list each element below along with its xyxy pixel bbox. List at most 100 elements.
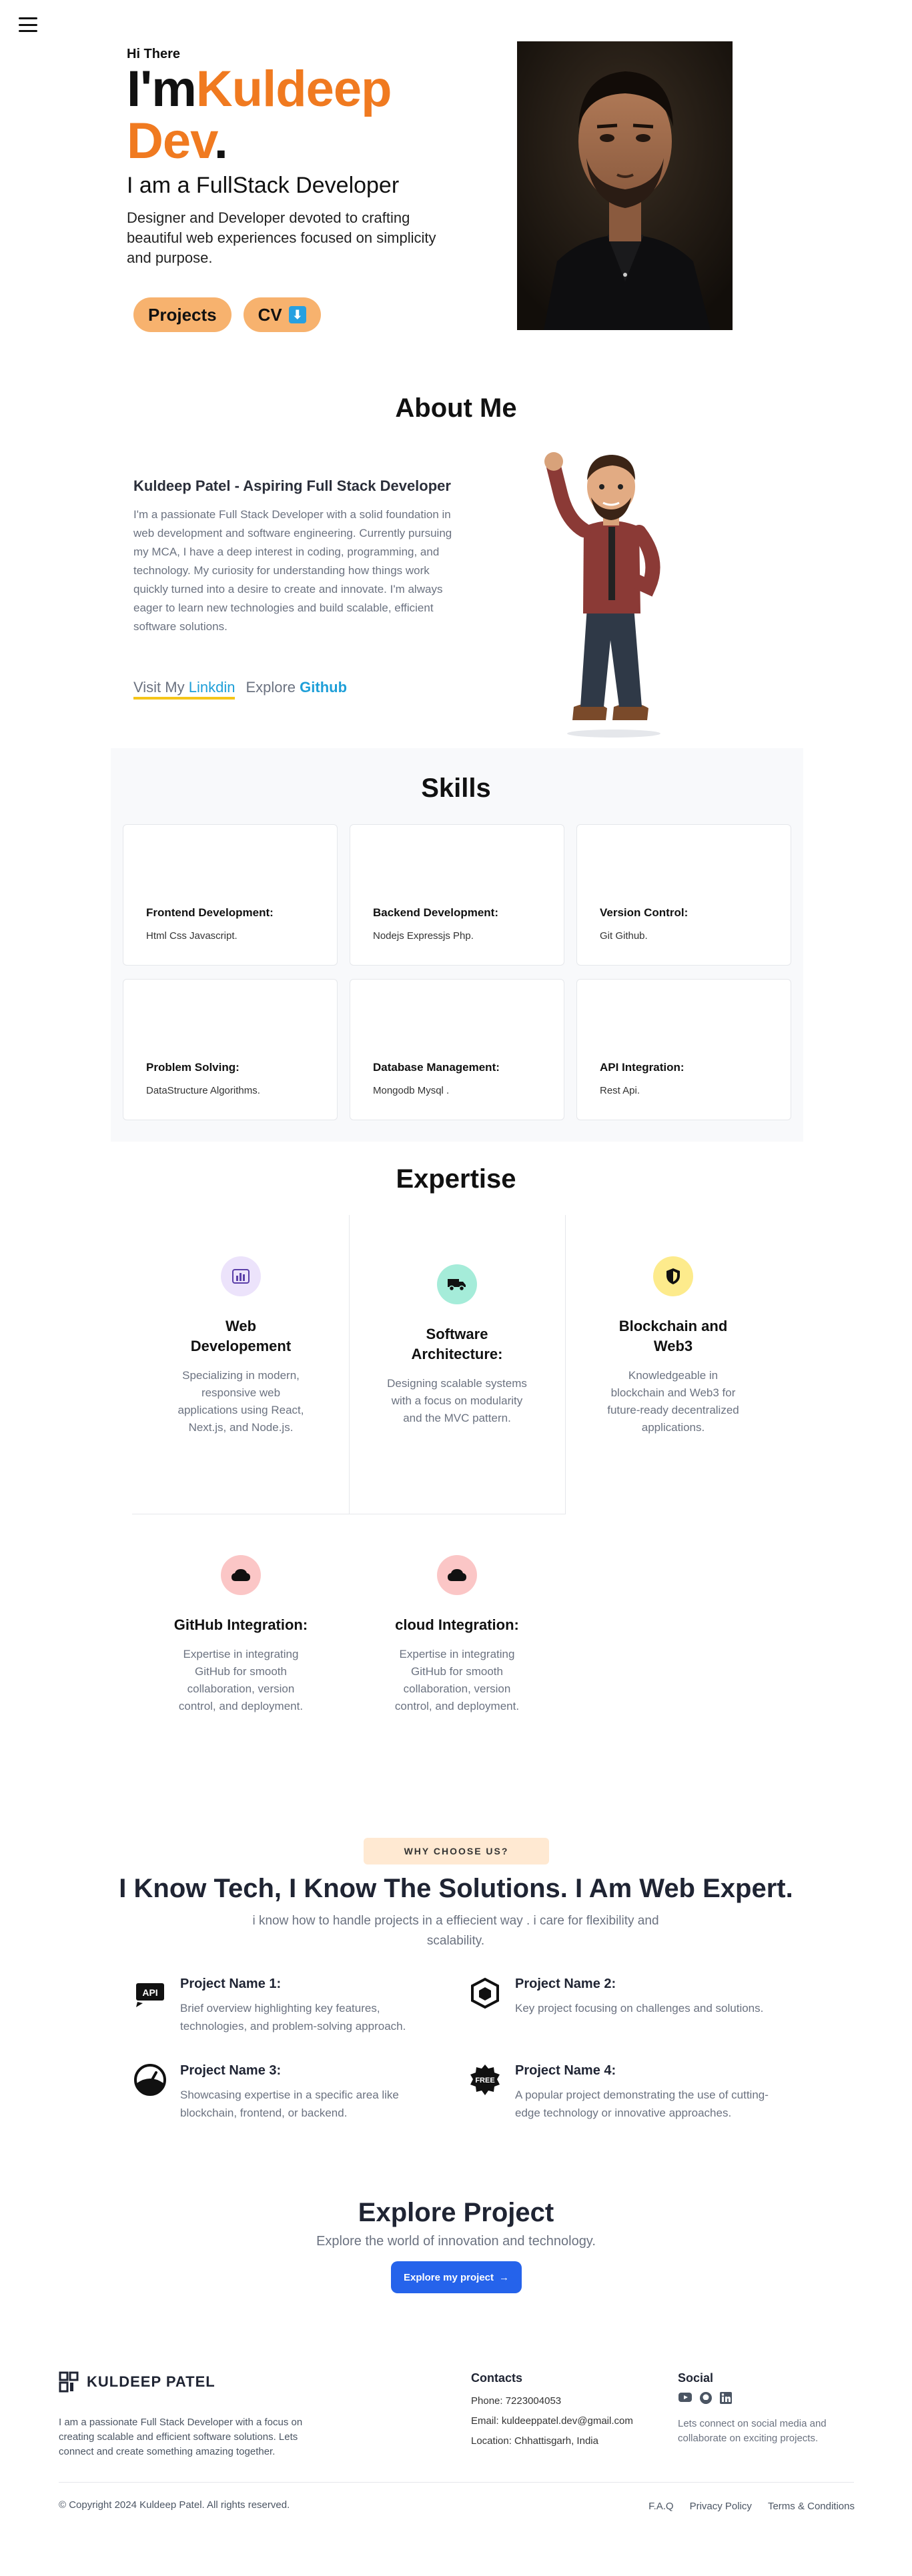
terms-link[interactable]: Terms & Conditions — [768, 2501, 855, 2512]
hero-greeting: Hi There — [127, 47, 181, 61]
logo-icon — [59, 2371, 79, 2393]
project-text: A popular project demonstrating the use … — [515, 2089, 769, 2119]
skill-title: Database Management: — [373, 1061, 500, 1074]
social-icons — [678, 2391, 733, 2408]
project-title: Project Name 3: — [180, 2063, 282, 2078]
hero-name-second: Dev — [127, 113, 215, 169]
skill-title: Backend Development: — [373, 906, 498, 919]
expertise-item-title: Web Developement — [190, 1318, 292, 1354]
explore-title: Explore Project — [358, 2198, 554, 2227]
truck-icon — [437, 1264, 477, 1304]
privacy-policy-link[interactable]: Privacy Policy — [690, 2501, 752, 2512]
skill-title: Frontend Development: — [146, 906, 274, 919]
footer-divider — [59, 2482, 854, 2483]
social-title: Social — [678, 2371, 714, 2385]
linkedin-link-prefix: Visit My — [133, 679, 189, 696]
why-badge: WHY CHOOSE US? — [364, 1838, 549, 1864]
skills-title: Skills — [421, 774, 491, 803]
explore-button-label: Explore my project — [403, 2271, 494, 2283]
cloud-icon — [221, 1555, 261, 1595]
faq-link[interactable]: F.A.Q — [648, 2501, 674, 2512]
github-icon[interactable] — [699, 2391, 713, 2408]
api-icon: API — [133, 1977, 167, 2010]
svg-text:FREE: FREE — [475, 2077, 494, 2085]
expertise-item-title: cloud Integration: — [395, 1616, 519, 1633]
footer-links: F.A.Q Privacy Policy Terms & Conditions — [648, 2501, 855, 2512]
about-body: I'm a passionate Full Stack Developer wi… — [133, 508, 452, 633]
projects-button-label: Projects — [148, 304, 217, 325]
about-heading: Kuldeep Patel - Aspiring Full Stack Deve… — [133, 477, 451, 494]
expertise-item: cloud Integration: Expertise in integrat… — [348, 1555, 566, 1715]
skill-card: Backend Development: Nodejs Expressjs Ph… — [350, 824, 564, 966]
explore-subtitle: Explore the world of innovation and tech… — [316, 2234, 596, 2249]
social-text: Lets connect on social media and collabo… — [678, 2418, 827, 2444]
skill-card: Problem Solving: DataStructure Algorithm… — [123, 979, 338, 1120]
expertise-item: Blockchain and Web3 Knowledgeable in blo… — [564, 1256, 782, 1436]
footer-logo[interactable]: KULDEEP PATEL — [59, 2371, 215, 2393]
github-link-prefix: Explore — [246, 679, 300, 696]
contacts-title: Contacts — [471, 2371, 523, 2385]
skill-card: Database Management: Mongodb Mysql . — [350, 979, 564, 1120]
expertise-title: Expertise — [396, 1164, 516, 1194]
project-title: Project Name 1: — [180, 1977, 282, 1991]
arrow-right-icon: → — [499, 2271, 510, 2283]
skill-text: Html Css Javascript. — [146, 930, 238, 942]
expertise-item: Web Developement Specializing in modern,… — [132, 1256, 350, 1436]
hero-buttons: Projects CV ⬇ — [127, 297, 474, 332]
skill-text: DataStructure Algorithms. — [146, 1085, 260, 1096]
skill-title: Version Control: — [600, 906, 689, 919]
skill-card: Frontend Development: Html Css Javascrip… — [123, 824, 338, 966]
skill-text: Rest Api. — [600, 1085, 640, 1096]
profile-photo — [517, 41, 733, 330]
cv-button[interactable]: CV ⬇ — [243, 297, 321, 332]
why-title: I Know Tech, I Know The Solutions. I Am … — [119, 1874, 793, 1903]
explore-project-button[interactable]: Explore my project → — [391, 2261, 522, 2293]
menu-icon[interactable] — [19, 17, 37, 32]
gauge-icon — [133, 2063, 167, 2097]
projects-button[interactable]: Projects — [133, 297, 232, 332]
hero-description: Designer and Developer devoted to crafti… — [127, 209, 436, 266]
skill-card: Version Control: Git Github. — [576, 824, 791, 966]
contact-email[interactable]: Email: kuldeeppatel.dev@gmail.com — [471, 2415, 633, 2427]
skill-title: Problem Solving: — [146, 1061, 240, 1074]
contact-location: Location: Chhattisgarh, India — [471, 2435, 598, 2447]
github-link-text: Github — [300, 679, 348, 696]
cloud-icon — [437, 1555, 477, 1595]
expertise-item-title: GitHub Integration: — [173, 1616, 308, 1633]
svg-text:API: API — [142, 1987, 157, 1998]
hero-dot: . — [213, 113, 228, 169]
github-link[interactable]: Explore Github — [246, 679, 347, 700]
hero-section: Hi There I'mKuldeep Dev. I am a FullStac… — [127, 47, 474, 332]
cv-button-label: CV — [258, 304, 282, 325]
youtube-icon[interactable] — [678, 2391, 693, 2408]
project-text: Brief overview highlighting key features… — [180, 2002, 406, 2033]
shield-icon — [653, 1256, 693, 1296]
cube-icon — [468, 1977, 502, 2010]
project-title: Project Name 2: — [515, 1977, 616, 1991]
why-subtitle: i know how to handle projects in a effie… — [252, 1914, 659, 1948]
contact-phone: Phone: 7223004053 — [471, 2395, 562, 2407]
footer-brand: KULDEEP PATEL — [87, 2373, 215, 2390]
project-text: Key project focusing on challenges and s… — [515, 2002, 764, 2015]
linkedin-link-text: Linkdin — [188, 679, 236, 696]
expertise-item-text: Knowledgeable in blockchain and Web3 for… — [607, 1369, 739, 1434]
expertise-item: Software Architecture: Designing scalabl… — [348, 1264, 566, 1427]
avatar-illustration — [534, 440, 687, 740]
expertise-item-title: Software Architecture: — [411, 1326, 503, 1362]
skill-text: Nodejs Expressjs Php. — [373, 930, 474, 942]
expertise-item-text: Specializing in modern, responsive web a… — [177, 1369, 304, 1434]
hero-role: I am a FullStack Developer — [127, 173, 400, 198]
chart-icon — [221, 1256, 261, 1296]
hero-name: I'mKuldeep Dev. — [127, 63, 474, 167]
skill-card: API Integration: Rest Api. — [576, 979, 791, 1120]
skill-title: API Integration: — [600, 1061, 685, 1074]
expertise-item-title: Blockchain and Web3 — [618, 1318, 728, 1354]
about-links: Visit My Linkdin Explore Github — [133, 679, 347, 700]
linkedin-icon[interactable] — [719, 2391, 733, 2408]
download-icon: ⬇ — [288, 306, 306, 323]
about-title: About Me — [395, 393, 517, 423]
expertise-item: GitHub Integration: Expertise in integra… — [132, 1555, 350, 1715]
project-title: Project Name 4: — [515, 2063, 616, 2078]
linkedin-link[interactable]: Visit My Linkdin — [133, 679, 236, 700]
project-text: Showcasing expertise in a specific area … — [180, 2089, 399, 2119]
